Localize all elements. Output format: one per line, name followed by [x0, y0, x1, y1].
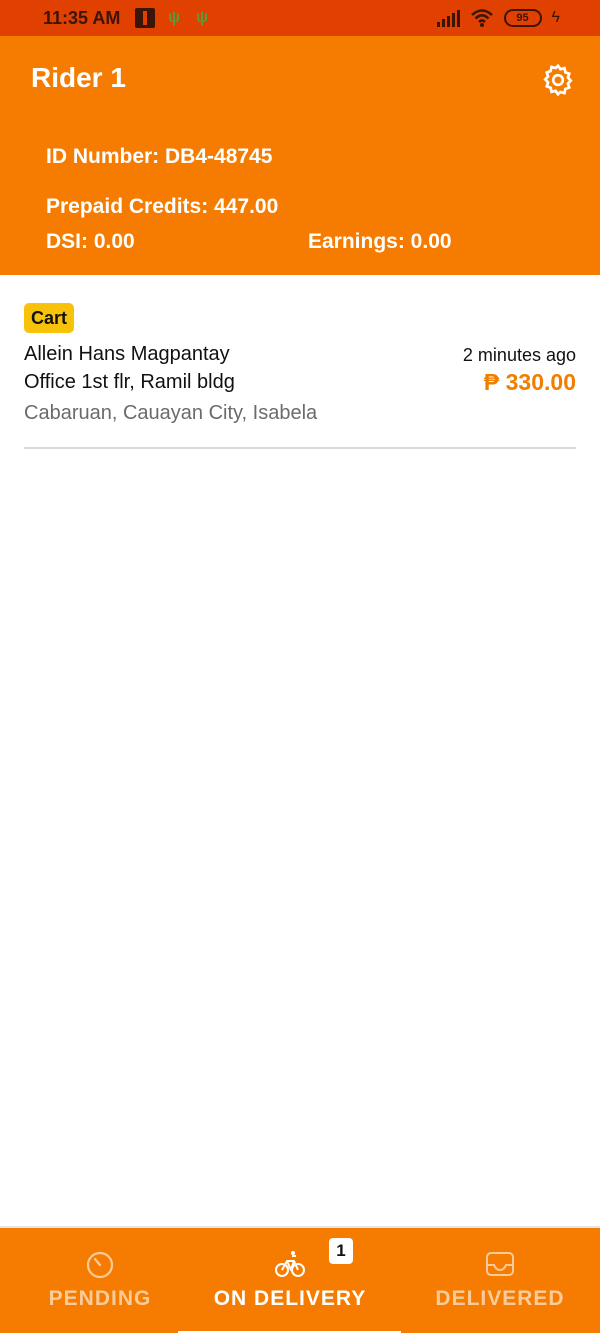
usb-debug-icon: ψ: [167, 9, 181, 26]
order-time: 2 minutes ago: [462, 345, 576, 365]
prepaid-credits: Prepaid Credits: 447.00: [46, 195, 279, 218]
system-icons: 95 ϟ: [436, 8, 560, 28]
tab-on-delivery[interactable]: ON DELIVERY: [190, 1228, 390, 1333]
usb-icon: [135, 8, 155, 28]
battery-icon: 95: [503, 9, 542, 27]
earnings-value: Earnings: 0.00: [308, 230, 452, 253]
customer-name: Allein Hans Magpantay: [24, 343, 230, 365]
rider-header: Rider 1 ID Number: DB4-48745 Prepaid Cre…: [0, 36, 600, 275]
order-type-badge: Cart: [24, 303, 75, 333]
gear-icon[interactable]: [540, 62, 576, 98]
tab-delivered[interactable]: DELIVERED: [400, 1228, 600, 1333]
tab-pending[interactable]: PENDING: [0, 1228, 200, 1333]
charging-icon: ϟ: [551, 9, 560, 26]
id-number: ID Number: DB4-48745: [46, 145, 273, 168]
usb-debug-icon: ψ: [195, 9, 209, 26]
status-bar: 11:35 AM ψ ψ 95 ϟ: [0, 0, 600, 36]
tab-on-delivery-label: ON DELIVERY: [213, 1287, 367, 1310]
order-list-item[interactable]: Cart Allein Hans Magpantay Office 1st fl…: [24, 303, 576, 449]
dsi-value: DSI: 0.00: [46, 230, 135, 253]
tab-delivered-label: DELIVERED: [435, 1287, 565, 1310]
status-time: 11:35 AM: [43, 8, 121, 28]
signal-icon: [436, 9, 460, 27]
order-price: ₱ 330.00: [483, 369, 576, 395]
on-delivery-count-badge: 1: [329, 1238, 353, 1264]
timer-icon: [86, 1251, 114, 1279]
page-title: Rider 1: [31, 62, 126, 93]
delivery-address: Office 1st flr, Ramil bldg: [24, 371, 235, 393]
delivery-city: Cabaruan, Cauayan City, Isabela: [24, 402, 318, 424]
wifi-icon: [470, 9, 493, 27]
bottom-navigation: PENDING ON DELIVERY 1 DELIVERED: [0, 1226, 600, 1333]
inbox-icon: [486, 1252, 514, 1276]
bicycle-icon: [275, 1251, 305, 1277]
tab-pending-label: PENDING: [48, 1287, 152, 1310]
notification-icons: ψ ψ: [135, 8, 211, 28]
